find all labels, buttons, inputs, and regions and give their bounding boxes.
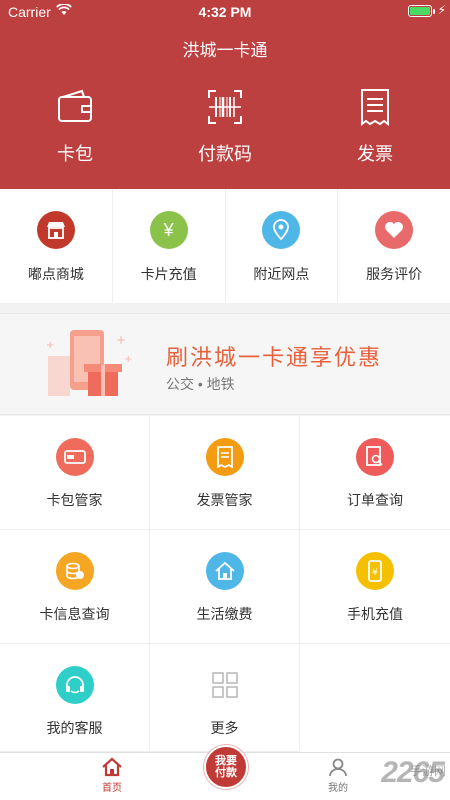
- service-more[interactable]: 更多: [150, 644, 300, 752]
- wallet-icon: [58, 89, 92, 122]
- app-header: Carrier 4:32 PM ⚡ 洪城一卡通 卡包 付款码 发票: [0, 0, 450, 189]
- invoice-button[interactable]: 发票: [300, 88, 450, 178]
- store-icon: [36, 211, 75, 249]
- top-actions: 卡包 付款码 发票: [0, 88, 450, 178]
- service-card-info[interactable]: 卡信息查询: [0, 530, 150, 644]
- status-bar: Carrier 4:32 PM ⚡: [0, 0, 450, 24]
- invoice-label: 发票: [357, 144, 393, 164]
- charging-icon: ⚡: [437, 3, 446, 17]
- service-label: 订单查询: [347, 492, 403, 508]
- service-label: 我的客服: [46, 720, 103, 736]
- receipt-icon: [361, 89, 389, 126]
- svg-text:+: +: [46, 340, 54, 351]
- service-label: 生活缴费: [196, 606, 253, 622]
- tab-home-label: 首页: [102, 783, 122, 794]
- headset-icon: [55, 666, 94, 704]
- clock: 4:32 PM: [198, 4, 252, 20]
- quick-actions: 嘟点商城 ¥ 卡片充值 附近网点 服务评价: [0, 189, 450, 303]
- quick-item-label: 服务评价: [366, 266, 423, 282]
- quick-item-rating[interactable]: 服务评价: [338, 189, 450, 303]
- card-wallet-button[interactable]: 卡包: [0, 88, 150, 178]
- service-utility-bills[interactable]: 生活缴费: [150, 530, 300, 644]
- service-customer-support[interactable]: 我的客服: [0, 644, 150, 752]
- battery-icon: [408, 5, 432, 17]
- tab-mine[interactable]: 我的: [308, 757, 368, 794]
- service-order-query[interactable]: 订单查询: [300, 416, 450, 530]
- tab-mine-label: 我的: [328, 783, 348, 794]
- phone-icon: ¥: [356, 552, 394, 590]
- service-label: 卡信息查询: [39, 606, 110, 622]
- banner-title: 刷洪城一卡通享优惠: [166, 345, 383, 370]
- svg-text:+: +: [124, 354, 132, 365]
- payment-code-button[interactable]: 付款码: [150, 88, 300, 178]
- coins-icon: [55, 552, 94, 590]
- card-wallet-label: 卡包: [57, 144, 93, 164]
- quick-item-recharge[interactable]: ¥ 卡片充值: [113, 189, 226, 303]
- quick-item-label: 嘟点商城: [27, 266, 84, 282]
- pay-now-button[interactable]: 我要 付款: [204, 745, 248, 789]
- services-grid: 卡包管家 发票管家 订单查询 卡信息查询 生活缴费 ¥ 手机充值 我的客服 更多: [0, 416, 450, 752]
- order-search-icon: [356, 438, 394, 476]
- promo-banner[interactable]: + + + 刷洪城一卡通享优惠 公交 • 地铁: [0, 313, 450, 415]
- service-label: 发票管家: [196, 492, 253, 508]
- yuan-icon: ¥: [149, 211, 188, 249]
- grid-more-icon: [205, 666, 244, 704]
- battery-tip: [433, 9, 435, 14]
- card-icon: [55, 438, 94, 476]
- phone-gift-illustration: + + +: [46, 330, 132, 396]
- service-label: 手机充值: [347, 606, 403, 622]
- watermark-site: 手游网: [409, 764, 446, 778]
- service-invoice-manager[interactable]: 发票管家: [150, 416, 300, 530]
- invoice-icon: [205, 438, 244, 476]
- house-icon: [205, 552, 244, 590]
- empty-cell: [300, 644, 450, 752]
- service-phone-topup[interactable]: ¥ 手机充值: [300, 530, 450, 644]
- quick-item-nearby[interactable]: 附近网点: [226, 189, 339, 303]
- svg-text:¥: ¥: [372, 568, 378, 578]
- location-pin-icon: [262, 211, 301, 249]
- service-label: 卡包管家: [46, 492, 103, 508]
- quick-item-label: 卡片充值: [140, 266, 197, 282]
- quick-item-label: 附近网点: [253, 266, 310, 282]
- pay-button-line2: 付款: [215, 767, 237, 779]
- service-label: 更多: [210, 720, 239, 736]
- tab-home[interactable]: 首页: [82, 757, 142, 794]
- banner-subtitle: 公交 • 地铁: [166, 376, 235, 392]
- svg-text:+: +: [116, 333, 126, 347]
- user-icon: [329, 758, 347, 777]
- heart-icon: [375, 211, 414, 249]
- quick-item-mall[interactable]: 嘟点商城: [0, 189, 113, 303]
- service-card-manager[interactable]: 卡包管家: [0, 416, 150, 530]
- payment-code-label: 付款码: [198, 144, 252, 164]
- page-title: 洪城一卡通: [182, 41, 268, 60]
- pay-button-line1: 我要: [215, 755, 237, 767]
- home-icon: [102, 757, 122, 777]
- barcode-scan-icon: [208, 90, 242, 124]
